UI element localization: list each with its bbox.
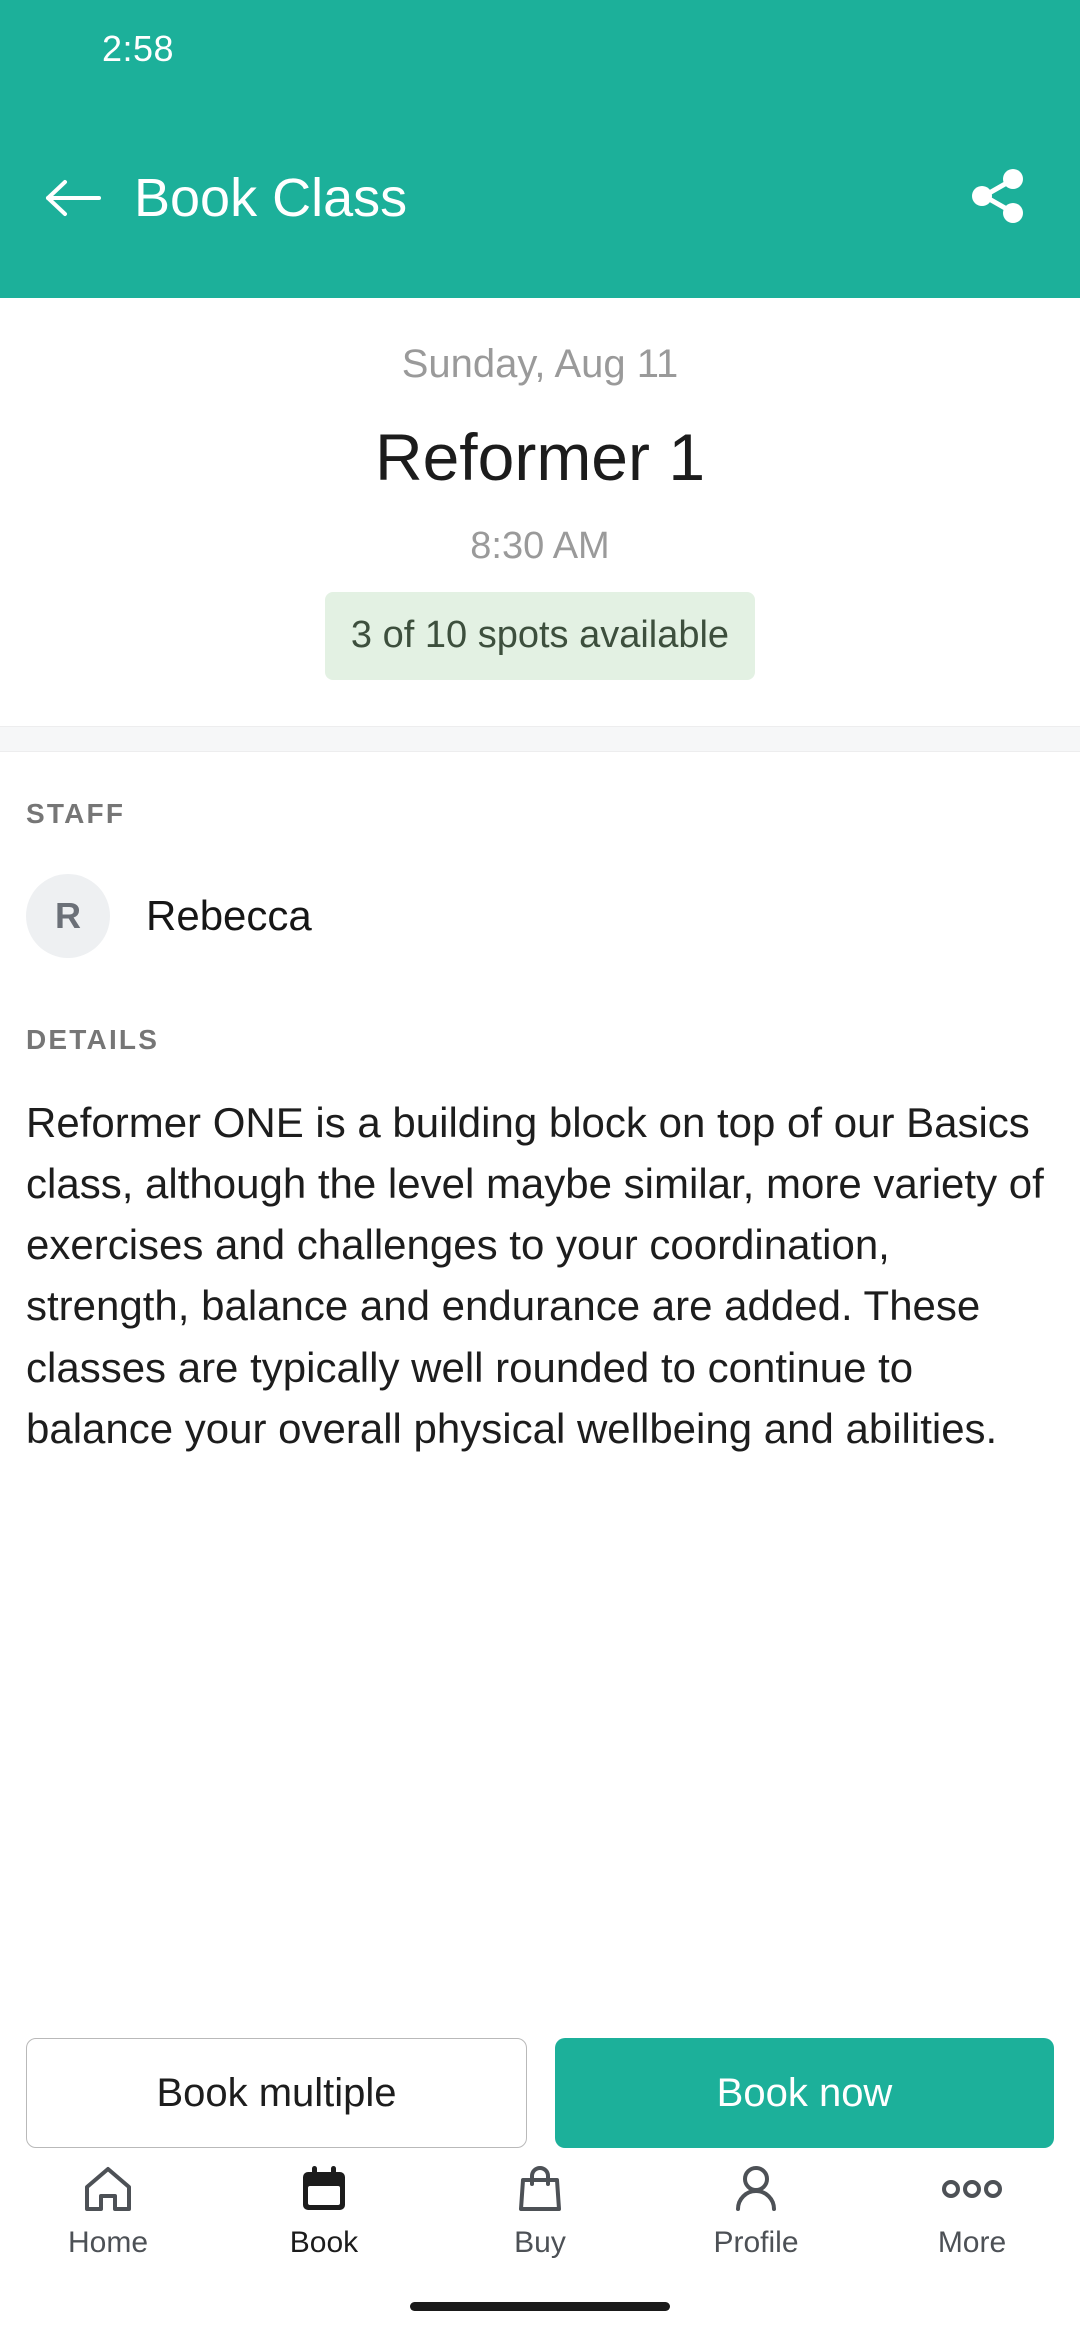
shopping-bag-icon	[517, 2162, 563, 2216]
book-now-button[interactable]: Book now	[555, 2038, 1054, 2148]
class-description: Reformer ONE is a building block on top …	[26, 1098, 1044, 1453]
nav-item-profile[interactable]: Profile	[648, 2162, 864, 2260]
nav-label-more: More	[937, 2226, 1007, 2259]
status-bar: 2:58	[0, 0, 1080, 98]
more-horizontal-icon	[942, 2162, 1002, 2216]
action-bar: Book multiple Book now	[0, 2038, 1080, 2148]
staff-section: STAFF R Rebecca	[26, 752, 1054, 958]
calendar-icon	[299, 2162, 349, 2216]
class-date: Sunday, Aug 11	[401, 342, 679, 386]
app-screen: 2:58 Book Class Sunday, Aug 11 Reformer …	[0, 0, 1080, 2340]
nav-label-home: Home	[67, 2226, 149, 2259]
nav-label-book: Book	[289, 2226, 359, 2259]
app-bar: Book Class	[0, 98, 1080, 298]
nav-label-buy: Buy	[514, 2226, 566, 2259]
home-icon	[83, 2162, 133, 2216]
arrow-left-icon	[45, 175, 103, 221]
status-bar-clock: 2:58	[102, 28, 175, 69]
bottom-navigation: Home Book Buy Profile More	[0, 2148, 1080, 2296]
nav-item-home[interactable]: Home	[0, 2162, 216, 2260]
home-indicator[interactable]	[410, 2302, 670, 2311]
nav-item-book[interactable]: Book	[216, 2162, 432, 2260]
class-name: Reformer 1	[374, 420, 706, 494]
back-button[interactable]	[36, 160, 112, 236]
details-section: DETAILS Reformer ONE is a building block…	[26, 958, 1054, 1460]
staff-list-item[interactable]: R Rebecca	[26, 873, 1054, 958]
spots-badge-container: 3 of 10 spots available	[40, 591, 1040, 680]
staff-section-label: STAFF	[26, 797, 126, 829]
nav-label-profile: Profile	[713, 2226, 799, 2259]
book-multiple-button[interactable]: Book multiple	[26, 2038, 527, 2148]
content-body: STAFF R Rebecca DETAILS Reformer ONE is …	[0, 752, 1080, 1993]
nav-item-more[interactable]: More	[864, 2162, 1080, 2260]
class-time: 8:30 AM	[470, 524, 610, 567]
page-title: Book Class	[134, 168, 408, 228]
share-icon	[965, 163, 1031, 234]
avatar: R	[26, 873, 110, 958]
share-button[interactable]	[958, 158, 1038, 238]
staff-name: Rebecca	[146, 891, 312, 939]
home-indicator-bar	[0, 2296, 1080, 2340]
nav-item-buy[interactable]: Buy	[432, 2162, 648, 2260]
status-badge: 3 of 10 spots available	[324, 591, 756, 680]
class-summary: Sunday, Aug 11 Reformer 1 8:30 AM 3 of 1…	[0, 298, 1080, 726]
person-icon	[732, 2162, 780, 2216]
details-section-label: DETAILS	[26, 1023, 160, 1055]
section-divider	[0, 725, 1080, 752]
